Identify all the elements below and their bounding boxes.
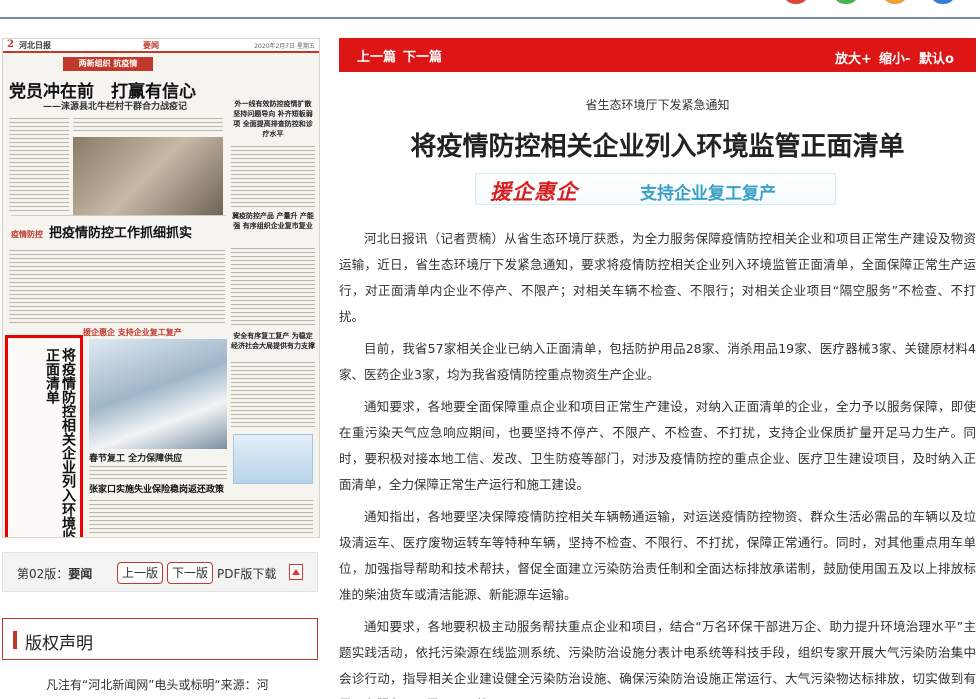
article-paragraph: 通知要求，各地要积极主动服务帮扶重点企业和项目，结合“万名环保干部进万企、助力提… — [339, 619, 976, 699]
newspaper-page-thumbnail[interactable]: 2 河北日报 要闻 2020年2月7日 星期五 两新组织 抗疫情 党员冲在前 打… — [2, 38, 320, 538]
previous-page-button[interactable]: 上一版 — [117, 562, 164, 584]
article-headline: 将疫情防控相关企业列入环境监管正面清单 — [410, 132, 905, 162]
campaign-banner-image: 援企惠企 支持企业复工复产 — [475, 173, 836, 205]
copyright-accent-bar — [13, 631, 17, 649]
newspaper-section-headline[interactable]: 疫情防控 把疫情防控工作抓细抓实 — [11, 215, 226, 243]
newspaper-text-block — [73, 115, 223, 133]
newspaper-text-block — [231, 245, 315, 327]
next-article-link[interactable]: 下一篇 — [403, 46, 442, 65]
article-kicker: 省生态环境厅下发紧急通知 — [585, 98, 730, 112]
newspaper-date: 2020年2月7日 星期五 — [254, 43, 315, 50]
pager-label-prefix: 第02版： — [17, 567, 69, 581]
newspaper-header: 2 河北日报 要闻 2020年2月7日 星期五 — [3, 39, 319, 53]
newspaper-text-block — [89, 497, 313, 535]
share-qzone-icon[interactable] — [882, 0, 908, 4]
top-divider — [0, 17, 980, 19]
next-page-button[interactable]: 下一版 — [167, 562, 214, 584]
newspaper-text-block — [9, 115, 69, 211]
zoom-out-button[interactable]: 缩小- — [879, 48, 910, 67]
article-paragraph: 通知要求，各地要全面保障重点企业和项目正常生产建设，对纳入正面清单的企业，全力予… — [339, 399, 976, 492]
share-weibo-icon[interactable] — [783, 0, 809, 4]
article-toolbar: 上一篇 下一篇 放大+ 缩小- 默认o — [339, 38, 976, 72]
pdf-icon[interactable] — [289, 564, 303, 580]
article-paragraph: 通知指出，各地要坚决保障疫情防控相关车辆畅通运输，对运送疫情防控物资、群众生活必… — [339, 509, 976, 602]
copyright-text: 凡注有“河北新闻网”电头或标明“来源：河 — [46, 678, 269, 692]
pager-section-name: 要闻 — [68, 567, 93, 581]
newspaper-page-number: 2 — [7, 39, 14, 50]
pdf-download-link[interactable]: PDF版下载 — [217, 565, 276, 582]
copyright-box: 版权声明 — [2, 618, 318, 660]
newspaper-section: 要闻 — [143, 40, 159, 50]
newspaper-section-headline-text: 把疫情防控工作抓细抓实 — [49, 226, 193, 241]
current-article-highlight[interactable]: 将疫情防控相关企业列入环境监管正面清单 — [5, 335, 83, 538]
reset-zoom-button[interactable]: 默认o — [919, 48, 954, 67]
newspaper-side-headline[interactable]: 外一线有效防控疫情扩散 坚持问题导向 补齐短板弱项 全面提高排查防控和诊疗水平 — [231, 99, 315, 139]
newspaper-text-block — [89, 463, 227, 479]
previous-article-link[interactable]: 上一篇 — [357, 46, 396, 65]
newspaper-help-tag: 援企惠企 支持企业复工复产 — [83, 327, 182, 337]
article-body: 河北日报讯（记者贾楠）从省生态环境厅获悉，为全力服务保障疫情防控相关企业和项目正… — [339, 226, 976, 699]
newspaper-factory-photo — [89, 339, 227, 449]
newspaper-chart-thumbnail — [233, 434, 313, 484]
share-qq-icon[interactable] — [930, 0, 956, 4]
pager-label: 第02版：要闻 — [17, 565, 92, 582]
campaign-banner-slogan: 支持企业复工复产 — [640, 184, 776, 204]
newspaper-lead-subheadline: ——涞源县北牛栏村干群合力战疫记 — [43, 102, 188, 112]
newspaper-section-tag: 疫情防控 — [11, 229, 43, 239]
campaign-banner-calligraphy: 援企惠企 — [490, 179, 578, 204]
article-paragraph: 目前，我省57家相关企业已纳入正面清单，包括防护用品28家、消杀用品19家、医疗… — [339, 341, 977, 382]
article-paragraph: 河北日报讯（记者贾楠）从省生态环境厅获悉，为全力服务保障疫情防控相关企业和项目正… — [339, 231, 976, 324]
newspaper-side-headline[interactable]: 安全有序复工复产 为稳定经济社会大局提供有力支撑 — [231, 331, 315, 351]
newspaper-text-block — [9, 247, 225, 323]
current-article-vertical-title: 将疫情防控相关企业列入环境监管正面清单 — [44, 348, 76, 538]
newspaper-text-block — [231, 143, 315, 207]
newspaper-bottom-headline[interactable]: 张家口实施失业保险稳岗返还政策 — [89, 482, 229, 495]
newspaper-banner: 两新组织 抗疫情 — [63, 57, 153, 71]
newspaper-side-headline[interactable]: 冀疫防控产品 产量升 产能强 有序组织企业复市复业 — [231, 211, 315, 231]
page-pager: 第02版：要闻 上一版 下一版 PDF版下载 — [2, 552, 318, 592]
share-wechat-icon[interactable] — [833, 0, 859, 4]
newspaper-masthead: 河北日报 — [19, 40, 51, 50]
zoom-in-button[interactable]: 放大+ — [835, 48, 872, 67]
newspaper-text-block — [231, 359, 315, 429]
newspaper-photo — [73, 137, 223, 215]
copyright-title: 版权声明 — [25, 634, 93, 654]
